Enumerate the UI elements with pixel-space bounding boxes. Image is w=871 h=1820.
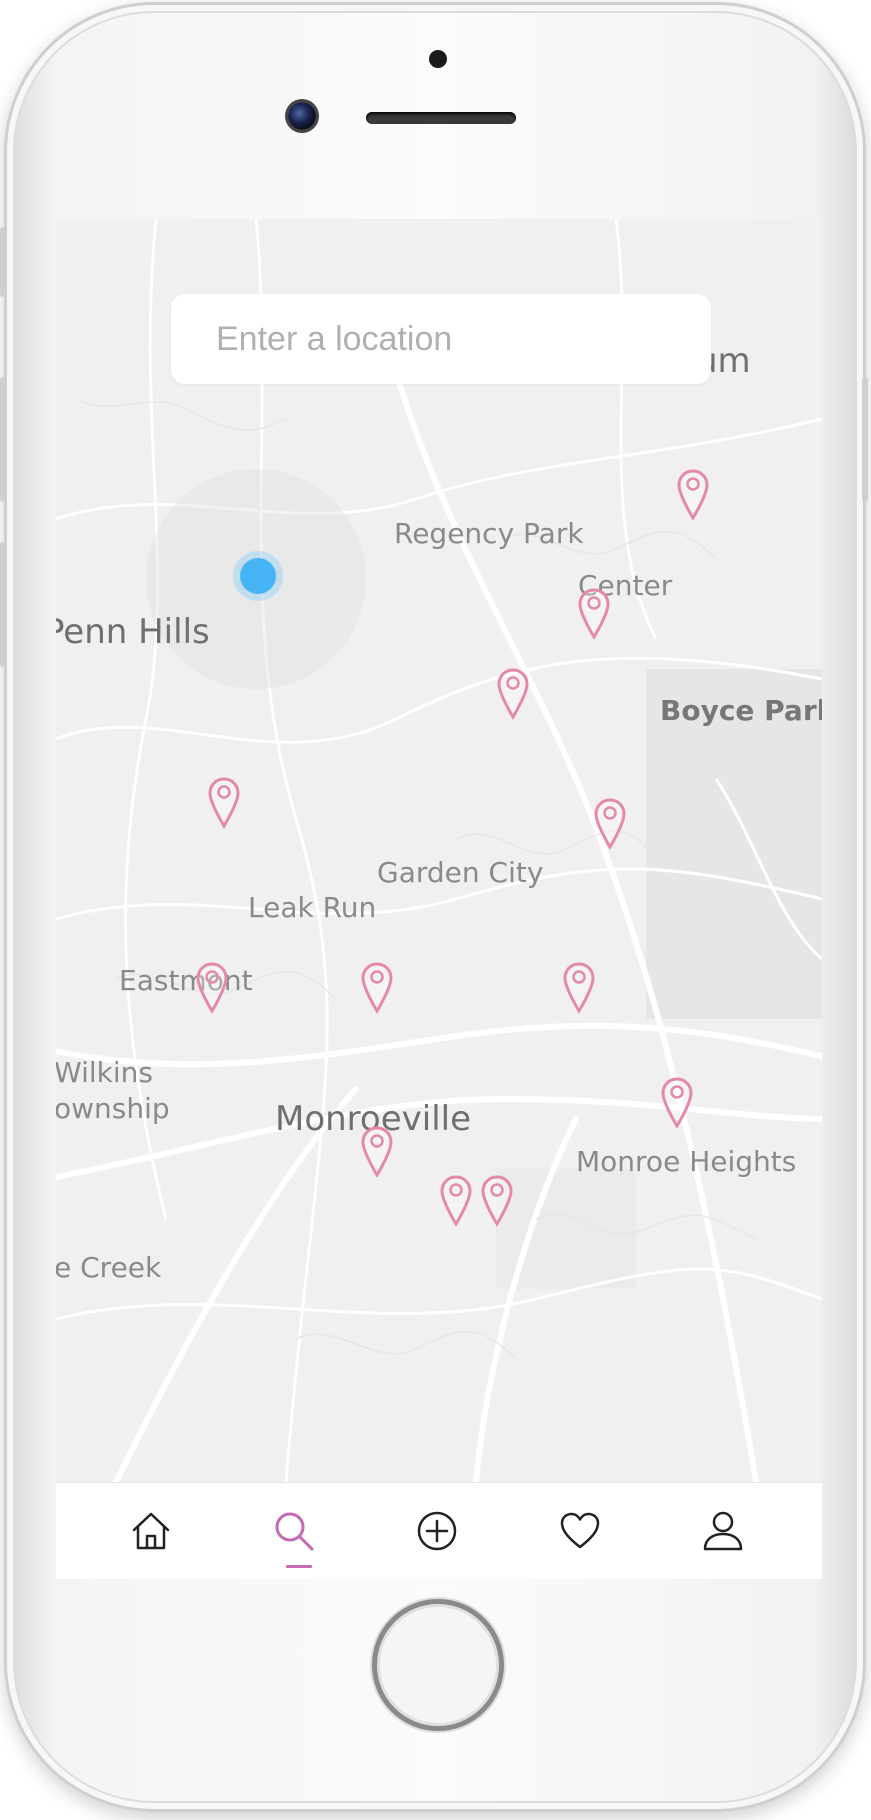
profile-icon <box>703 1511 743 1551</box>
phone-frame: Plum Regency Park Center Penn Hills Boyc… <box>0 2 868 1812</box>
location-search-box <box>171 294 711 384</box>
tab-home[interactable] <box>121 1501 181 1561</box>
map-label-creek: e Creek <box>56 1251 162 1284</box>
current-location-dot[interactable] <box>240 558 276 594</box>
map-pin-icon[interactable] <box>360 961 394 1015</box>
power-button <box>862 377 868 502</box>
tab-search[interactable] <box>264 1501 324 1561</box>
screen: Plum Regency Park Center Penn Hills Boyc… <box>56 219 822 1579</box>
heart-icon <box>560 1512 600 1549</box>
map-pin-icon[interactable] <box>562 961 596 1015</box>
map-label-leak-run: Leak Run <box>248 891 377 924</box>
map-pin-icon[interactable] <box>660 1076 694 1130</box>
location-search-input[interactable] <box>171 294 711 384</box>
bottom-tab-bar <box>56 1482 822 1579</box>
map-label-penn-hills: Penn Hills <box>56 612 210 652</box>
map-label-township: ownship <box>56 1092 170 1125</box>
add-icon <box>417 1511 457 1551</box>
map-label-regency-park: Regency Park <box>394 517 584 550</box>
map-pin-icon[interactable] <box>496 667 530 721</box>
tab-favorites[interactable] <box>550 1501 610 1561</box>
mute-switch <box>0 227 6 297</box>
map-pin-icon[interactable] <box>207 776 241 830</box>
map-pin-icon[interactable] <box>480 1174 514 1228</box>
map-pin-icon[interactable] <box>593 797 627 851</box>
active-tab-indicator <box>286 1565 312 1568</box>
map-pin-icon[interactable] <box>195 961 229 1015</box>
map-label-monroe-heights: Monroe Heights <box>576 1145 797 1178</box>
proximity-sensor <box>429 50 447 68</box>
map-label-garden-city: Garden City <box>377 856 544 889</box>
earpiece-speaker <box>366 112 516 124</box>
map-canvas[interactable] <box>56 219 822 1482</box>
front-camera <box>288 102 316 130</box>
map-pin-icon[interactable] <box>577 587 611 641</box>
volume-up-button <box>0 377 6 502</box>
map-pin-icon[interactable] <box>439 1174 473 1228</box>
map-label-boyce-park: Boyce Park <box>660 694 822 727</box>
home-button[interactable] <box>372 1599 504 1731</box>
search-icon <box>275 1512 314 1551</box>
tab-add[interactable] <box>407 1501 467 1561</box>
volume-down-button <box>0 542 6 667</box>
map-label-eastmont: Eastmont <box>119 964 253 997</box>
tab-profile[interactable] <box>693 1501 753 1561</box>
home-icon <box>132 1512 170 1550</box>
map-label-wilkins: Wilkins <box>56 1056 153 1089</box>
map-pin-icon[interactable] <box>676 468 710 522</box>
map-pin-icon[interactable] <box>360 1125 394 1179</box>
